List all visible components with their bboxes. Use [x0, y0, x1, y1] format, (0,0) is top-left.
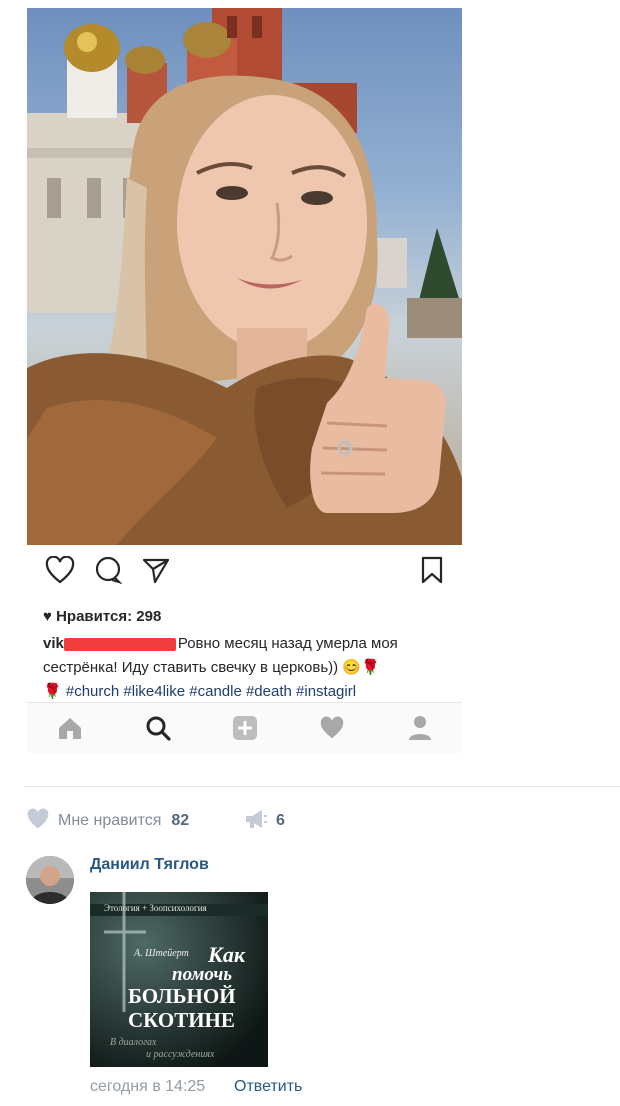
book-title-line2: помочь: [172, 964, 233, 985]
megaphone-icon: [244, 809, 268, 834]
book-title-line3: БОЛЬНОЙ: [128, 984, 236, 1008]
book-author: А. Штейерт: [134, 948, 189, 959]
share-count: 6: [276, 812, 285, 829]
book-title-line4: СКОТИНЕ: [128, 1008, 235, 1032]
heart-icon[interactable]: [43, 553, 77, 587]
post-divider: [24, 786, 620, 787]
caption-username[interactable]: vik: [43, 635, 64, 652]
like-count: 82: [171, 812, 190, 829]
likes-count[interactable]: ♥ Нравится: 298: [43, 608, 161, 625]
book-subtitle-line2: и рассуждениях: [146, 1049, 215, 1060]
instagram-post-screenshot: ♥ Нравится: 298 vik Ровно месяц назад уме…: [27, 8, 462, 753]
reply-link[interactable]: Ответить: [234, 1078, 302, 1096]
selfie-illustration: [27, 8, 462, 545]
like-heart-icon: [26, 807, 50, 835]
share-button[interactable]: 6: [244, 808, 285, 834]
like-button[interactable]: Мне нравится 82: [26, 807, 190, 835]
profile-icon[interactable]: [403, 711, 437, 745]
book-subtitle-line1: В диалогах: [110, 1037, 157, 1048]
home-icon[interactable]: [53, 711, 87, 745]
comment-timestamp[interactable]: сегодня в 14:25: [90, 1078, 205, 1096]
avatar[interactable]: [26, 856, 74, 904]
comment-icon[interactable]: [91, 553, 125, 587]
post-caption: vik Ровно месяц назад умерла моя сестрёнк…: [43, 632, 453, 704]
username-redaction-mark: [63, 637, 176, 651]
like-label: Мне нравится: [58, 812, 162, 829]
post-actions-bar: [27, 553, 462, 593]
add-icon[interactable]: [228, 711, 262, 745]
search-icon[interactable]: [141, 711, 175, 745]
book-series: Этология + Зоопсихология: [104, 903, 207, 913]
activity-heart-icon[interactable]: [315, 711, 349, 745]
instagram-bottom-nav: [27, 702, 462, 753]
bookmark-icon[interactable]: [415, 553, 449, 587]
caption-hashtags[interactable]: #church #like4like #candle #death #insta…: [66, 683, 356, 700]
selfie-photo[interactable]: [27, 8, 462, 545]
comment-author[interactable]: Даниил Тяглов: [90, 856, 209, 874]
send-icon[interactable]: [139, 553, 173, 587]
book-cover-image[interactable]: Этология + Зоопсихология А. Штейерт Как …: [90, 892, 268, 1067]
hashtag-emoji: 🌹: [43, 683, 62, 700]
